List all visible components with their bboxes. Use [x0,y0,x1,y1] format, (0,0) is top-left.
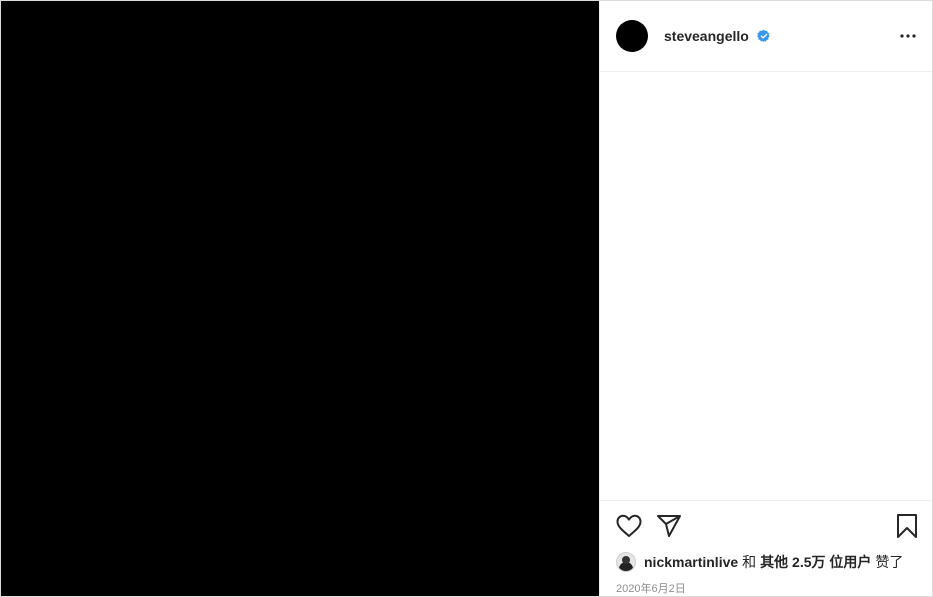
post-sidebar: steveangello nickmartinlive 和 其他 2.5万 位用… [599,1,932,596]
post-media[interactable] [1,1,599,596]
post-footer: nickmartinlive 和 其他 2.5万 位用户 赞了 2020年6月2… [600,500,932,596]
more-options-icon[interactable] [896,24,920,48]
post-header: steveangello [600,1,932,72]
post-date[interactable]: 2020年6月2日 [616,580,916,596]
paper-plane-icon[interactable] [656,513,682,539]
post-card: steveangello nickmartinlive 和 其他 2.5万 位用… [0,0,933,597]
verified-badge-icon [756,29,770,43]
comments-area [600,72,932,500]
likes-suffix: 赞了 [875,554,904,570]
likes-others-link[interactable]: 其他 2.5万 位用户 [760,552,871,572]
liker-avatar[interactable] [616,552,636,572]
author-username[interactable]: steveangello [664,28,771,44]
likes-connector: 和 [742,554,757,570]
liker-username[interactable]: nickmartinlive [644,554,738,570]
bookmark-icon[interactable] [894,513,920,539]
author-avatar[interactable] [616,20,648,52]
heart-icon[interactable] [616,513,642,539]
author-username-text[interactable]: steveangello [664,28,749,44]
likes-summary: nickmartinlive 和 其他 2.5万 位用户 赞了 [616,550,916,574]
action-bar [616,502,917,550]
